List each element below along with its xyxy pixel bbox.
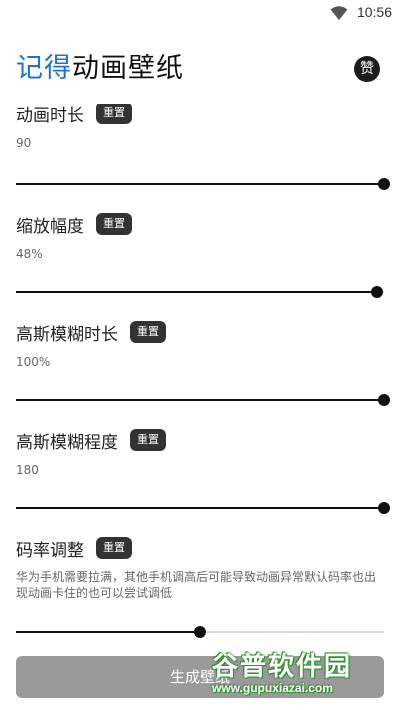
scale-amplitude-slider[interactable]: [16, 285, 384, 299]
status-bar: 10:56: [0, 0, 400, 26]
watermark-logo: 谷普软件园 www.gupuxiazai.com: [212, 646, 390, 706]
reset-button[interactable]: 重置: [96, 213, 132, 235]
slider-fill: [16, 291, 377, 293]
setting-value: 90: [16, 136, 32, 150]
setting-value: 100%: [16, 355, 51, 369]
slider-thumb[interactable]: [370, 286, 383, 298]
slider-fill: [16, 183, 384, 185]
like-button[interactable]: 赞: [354, 56, 380, 82]
reset-button[interactable]: 重置: [96, 537, 132, 559]
setting-blur-duration: 高斯模糊时长 重置 100%: [16, 317, 390, 369]
setting-label: 动画时长: [16, 105, 84, 126]
watermark-text: 谷普软件园: [212, 652, 353, 682]
app-header: 记得动画壁纸: [16, 50, 184, 90]
reset-button[interactable]: 重置: [130, 429, 166, 451]
slider-fill: [16, 399, 384, 401]
setting-bitrate: 码率调整 重置 华为手机需要拉满，其他手机调高后可能导致动画异常默认码率也出现动…: [16, 533, 390, 601]
slider-fill: [16, 507, 384, 509]
wifi-icon: [330, 6, 348, 20]
bitrate-slider[interactable]: [16, 625, 384, 639]
reset-button[interactable]: 重置: [96, 104, 132, 124]
setting-value: 180: [16, 463, 39, 477]
status-time: 10:56: [356, 4, 392, 20]
slider-thumb[interactable]: [378, 394, 390, 406]
slider-fill: [16, 631, 200, 633]
setting-animation-duration: 动画时长 重置 90: [16, 104, 390, 150]
setting-label: 缩放幅度: [16, 216, 84, 237]
slider-thumb[interactable]: [378, 502, 390, 514]
reset-button[interactable]: 重置: [130, 321, 166, 343]
app-title-rest: 动画壁纸: [72, 53, 184, 84]
setting-label: 码率调整: [16, 540, 84, 561]
slider-thumb[interactable]: [194, 626, 206, 638]
settings-scroll-area[interactable]: 动画时长 重置 90 缩放幅度 重置 48% 高斯模糊时长 重置 100% 高斯…: [0, 104, 400, 710]
setting-label: 高斯模糊程度: [16, 432, 118, 453]
setting-description: 华为手机需要拉满，其他手机调高后可能导致动画异常默认码率也出现动画卡住的也可以尝…: [16, 570, 377, 600]
slider-thumb[interactable]: [378, 178, 390, 190]
setting-scale-amplitude: 缩放幅度 重置 48%: [16, 209, 390, 261]
blur-level-slider[interactable]: [16, 501, 390, 515]
app-title-accent: 记得: [16, 53, 72, 84]
animation-duration-slider[interactable]: [16, 177, 390, 191]
setting-blur-level: 高斯模糊程度 重置 180: [16, 425, 390, 477]
setting-value: 48%: [16, 247, 43, 261]
setting-label: 高斯模糊时长: [16, 324, 118, 345]
app-title: 记得动画壁纸: [16, 50, 184, 88]
watermark-url: www.gupuxiazai.com: [212, 681, 333, 695]
blur-duration-slider[interactable]: [16, 393, 390, 407]
